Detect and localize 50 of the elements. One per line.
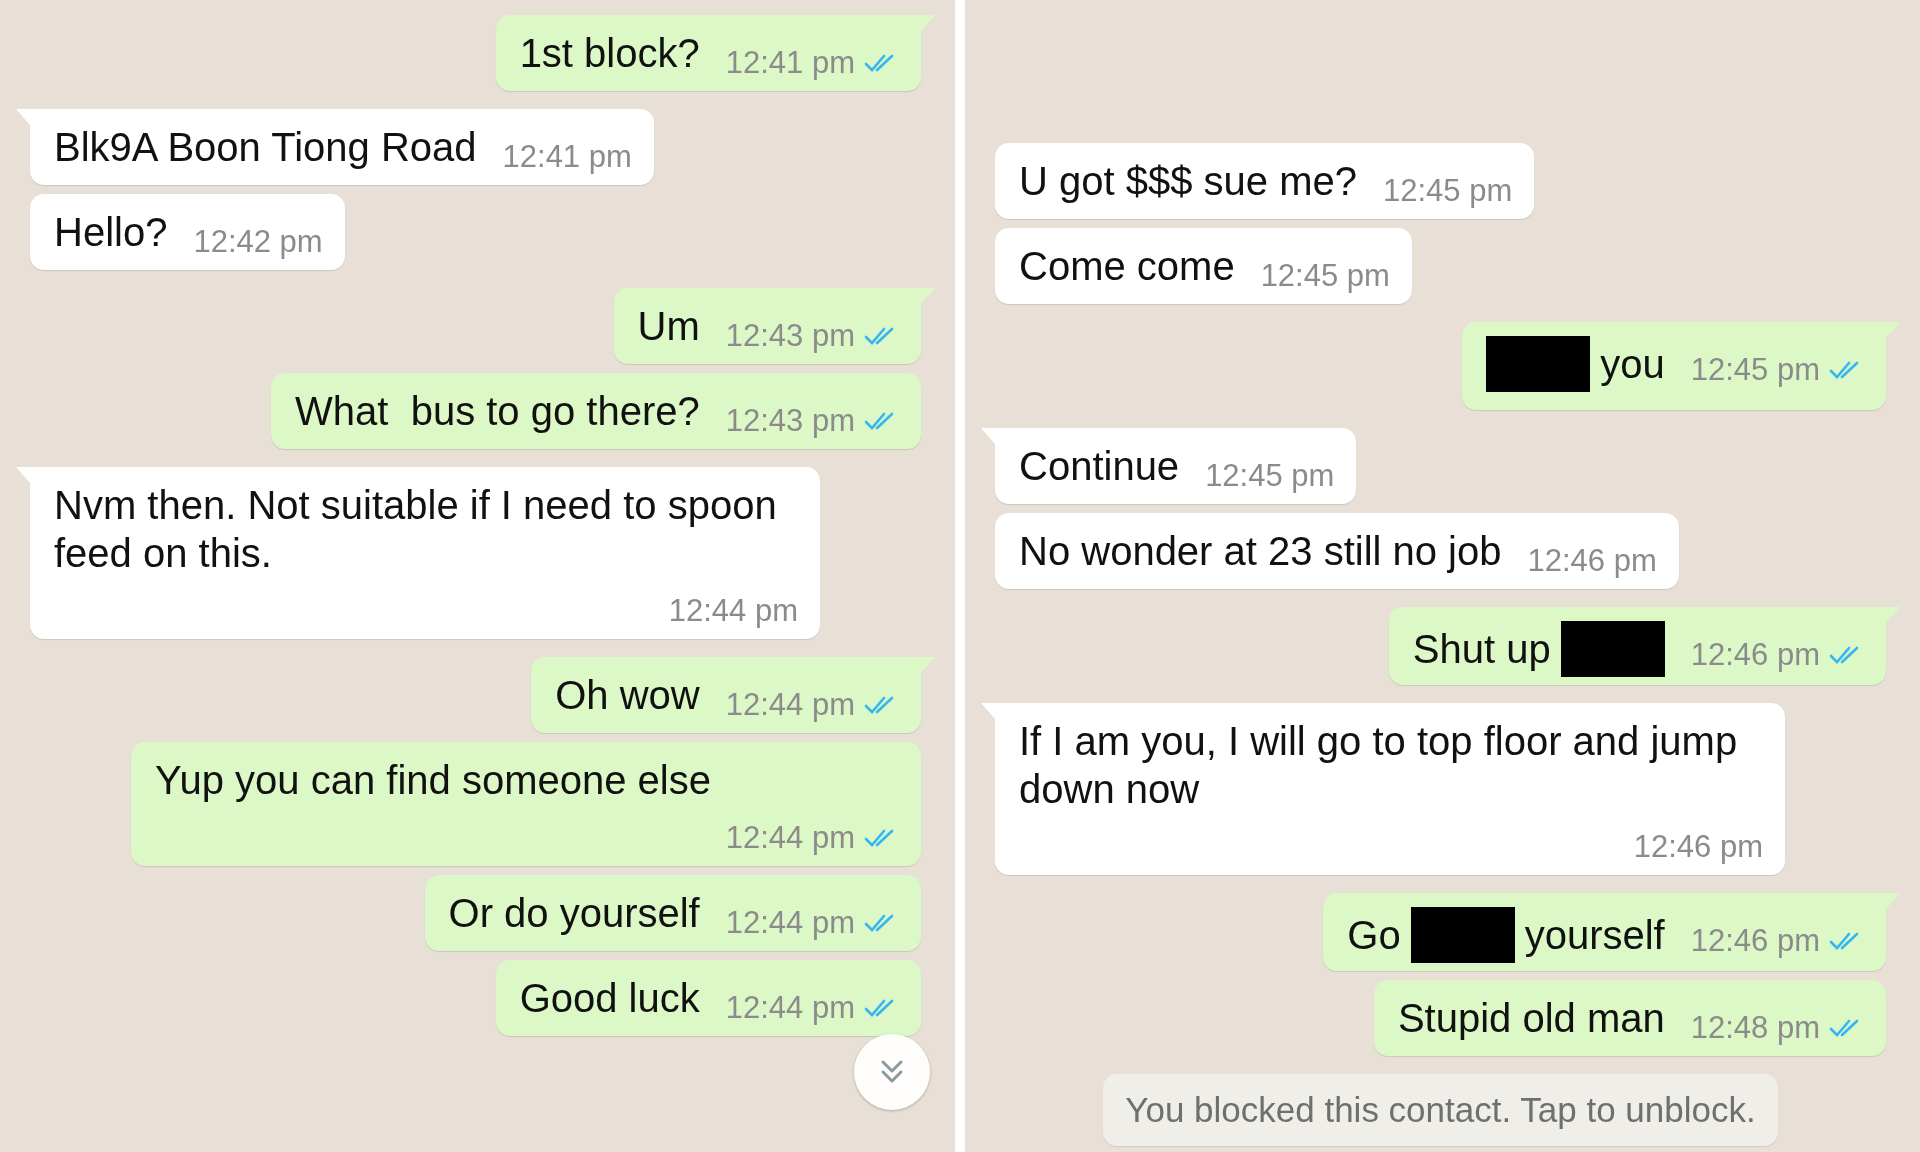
message-text: 1st block? [519, 30, 700, 77]
message-text: Nvm then. Not suitable if I need to spoon feed on this. [54, 482, 778, 577]
message-time: 12:44 pm [725, 904, 855, 942]
message-text: Shut up [1412, 626, 1551, 673]
message-text: Blk9A Boon Tiong Road [54, 124, 477, 171]
message-time: 12:46 pm [1633, 828, 1763, 866]
message-text: Stupid old man [1397, 995, 1665, 1042]
message-time: 12:43 pm [725, 402, 855, 440]
sent-message-bubble[interactable]: What bus to go there? 12:43 pm [271, 373, 921, 449]
received-message-bubble[interactable]: Come come 12:45 pm [995, 228, 1412, 304]
sent-message-bubble[interactable]: Or do yourself 12:44 pm [424, 875, 921, 951]
sent-message-bubble[interactable]: Yup you can find someone else 12:44 pm [131, 742, 921, 866]
message-time: 12:44 pm [725, 686, 855, 724]
message-time: 12:46 pm [1690, 636, 1820, 674]
system-notice[interactable]: You blocked this contact. Tap to unblock. [1103, 1074, 1778, 1146]
message-text: Oh wow [555, 672, 700, 719]
sent-message-bubble[interactable]: Stupid old man 12:48 pm [1373, 980, 1886, 1056]
message-time: 12:46 pm [1527, 542, 1657, 580]
message-text: Continue [1019, 443, 1180, 490]
message-text: Hello? [54, 209, 168, 256]
received-message-bubble[interactable]: No wonder at 23 still no job 12:46 pm [995, 513, 1679, 589]
message-text: you [1600, 341, 1665, 388]
message-time: 12:44 pm [725, 989, 855, 1027]
message-text: Good luck [519, 975, 700, 1022]
message-time: 12:45 pm [1383, 172, 1513, 210]
message-text: What bus to go there? [295, 388, 700, 435]
message-time: 12:45 pm [1260, 257, 1390, 295]
message-time: 12:42 pm [193, 223, 323, 261]
message-text: Go [1347, 912, 1401, 959]
message-time: 12:41 pm [725, 44, 855, 82]
message-time: 12:43 pm [725, 317, 855, 355]
message-text: Yup you can find someone else [155, 757, 711, 804]
message-time: 12:48 pm [1690, 1009, 1820, 1047]
message-time: 12:46 pm [1690, 922, 1820, 960]
message-time: 12:44 pm [725, 819, 855, 857]
message-text: If I am you, I will go to top floor and jump down now [1019, 718, 1739, 813]
message-text: yourself [1524, 912, 1665, 959]
received-message-bubble[interactable]: Hello? 12:42 pm [30, 194, 345, 270]
message-text: Um [637, 303, 700, 350]
message-time: 12:41 pm [502, 138, 632, 176]
message-time: 12:45 pm [1205, 457, 1335, 495]
received-message-bubble[interactable]: U got $$$ sue me? 12:45 pm [995, 143, 1535, 219]
sent-message-bubble[interactable]: Good luck 12:44 pm [495, 960, 921, 1036]
message-text: Or do yourself [448, 890, 700, 937]
message-text: Come come [1019, 243, 1235, 290]
message-time: 12:44 pm [668, 592, 798, 630]
scroll-down-button[interactable] [854, 1034, 930, 1110]
message-time: 12:45 pm [1690, 351, 1820, 389]
message-text: No wonder at 23 still no job [1019, 528, 1502, 575]
message-text: U got $$$ sue me? [1019, 158, 1357, 205]
